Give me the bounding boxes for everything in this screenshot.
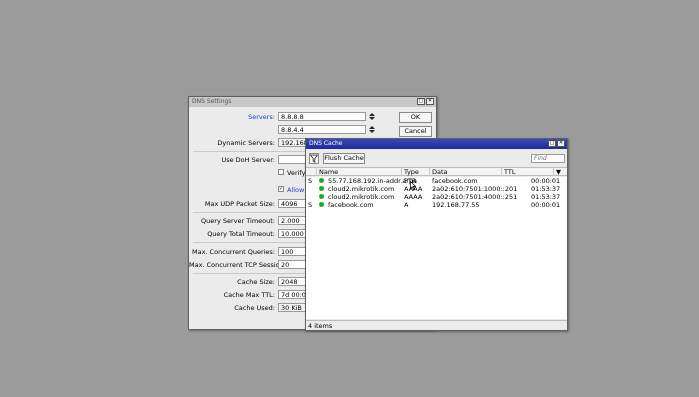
row-status-icon [319,177,324,185]
row-type: AAAA [404,193,423,201]
row-flag: S [308,201,313,209]
filter-icon [309,154,319,163]
column-menu-icon[interactable]: ▼ [554,168,566,176]
cache-used-label: Cache Used: [234,304,275,312]
ok-button[interactable]: OK [399,112,432,123]
server-2-updown-icon[interactable] [369,125,375,134]
verify-label: Verify [287,169,306,177]
status-bar: 4 items [306,320,567,330]
close-icon[interactable]: ✕ [557,140,565,147]
filter-button[interactable] [309,153,319,164]
column-ttl[interactable]: TTL [502,168,554,176]
cache-max-ttl-field[interactable]: 7d 00:00 [278,290,308,299]
table-row[interactable]: S facebook.com A 192.168.77.55 00:00:01 [306,201,567,209]
find-input[interactable] [531,154,565,163]
query-server-timeout-label: Query Server Timeout: [201,217,275,225]
max-udp-field[interactable]: 4096 [278,199,308,208]
row-name: cloud2.mikrotik.com [328,193,395,201]
column-name[interactable]: Name [317,168,402,176]
dns-cache-titlebar[interactable]: DNS Cache □ ✕ [306,139,567,149]
dns-cache-title: DNS Cache [309,140,343,147]
server-1-updown-icon[interactable] [369,112,375,121]
row-ttl: 00:00:01 [531,201,561,209]
query-total-timeout-label: Query Total Timeout: [207,230,275,238]
row-name: cloud2.mikrotik.com [328,185,395,193]
query-server-timeout-field[interactable]: 2.000 [278,216,308,225]
column-type[interactable]: Type [402,168,430,176]
restore-icon[interactable]: □ [417,98,425,105]
flush-cache-button[interactable]: Flush Cache [323,153,365,164]
servers-label: Servers: [248,113,275,121]
table-row[interactable]: cloud2.mikrotik.com AAAA 2a02:610:7501:1… [306,185,567,193]
row-ttl: 01:53:37 [531,185,561,193]
allow-remote-checkbox[interactable]: ✓ [278,186,284,192]
dynamic-servers-label: Dynamic Servers: [217,139,275,147]
server-2-field[interactable]: 8.8.4.4 [278,125,366,134]
table-body: S 55.77.168.192.in-addr.arpa PTR faceboo… [306,177,567,319]
table-row[interactable]: S 55.77.168.192.in-addr.arpa PTR faceboo… [306,177,567,185]
row-status-icon [319,193,324,201]
server-1-field[interactable]: 8.8.8.8 [278,112,366,121]
dns-settings-title: DNS Settings [192,98,232,105]
cache-used-field: 30 KiB [278,303,308,312]
row-flag: S [308,177,313,185]
cache-size-field[interactable]: 2048 [278,277,308,286]
row-type: A [404,201,409,209]
verify-checkbox[interactable] [278,169,284,175]
column-data[interactable]: Data [430,168,502,176]
item-count: 4 items [308,322,333,330]
row-status-icon [319,201,324,209]
use-doh-label: Use DoH Server: [221,156,275,164]
row-data: facebook.com [432,177,478,185]
row-name: facebook.com [328,201,374,209]
row-status-icon [319,185,324,193]
query-total-timeout-field[interactable]: 10.000 [278,229,308,238]
max-concurrent-queries-field[interactable]: 100 [278,247,308,256]
max-concurrent-tcp-field[interactable]: 20 [278,260,308,269]
max-udp-label: Max UDP Packet Size: [204,200,275,208]
max-concurrent-tcp-label: Max. Concurrent TCP Sessions: [189,261,290,269]
table-header: Name Type Data TTL ▼ [306,167,567,176]
restore-icon[interactable]: □ [548,140,556,147]
max-concurrent-queries-label: Max. Concurrent Queries: [191,248,275,256]
row-ttl: 01:53:37 [531,193,561,201]
row-ttl: 00:00:01 [531,177,561,185]
dns-settings-titlebar[interactable]: DNS Settings □ ✕ [189,97,436,107]
cancel-button[interactable]: Cancel [399,126,432,137]
row-data: 192.168.77.55 [432,201,480,209]
table-row[interactable]: cloud2.mikrotik.com AAAA 2a02:610:7501:4… [306,193,567,201]
column-flag[interactable] [306,168,317,176]
cache-size-label: Cache Size: [237,278,275,286]
cache-max-ttl-label: Cache Max TTL: [223,291,275,299]
dns-cache-window: DNS Cache □ ✕ Flush Cache Name Type Data… [305,138,568,331]
row-data: 2a02:610:7501:1000::201 [432,185,518,193]
row-data: 2a02:610:7501:4000::251 [432,193,518,201]
close-icon[interactable]: ✕ [426,98,434,105]
mouse-cursor-icon [410,181,416,190]
